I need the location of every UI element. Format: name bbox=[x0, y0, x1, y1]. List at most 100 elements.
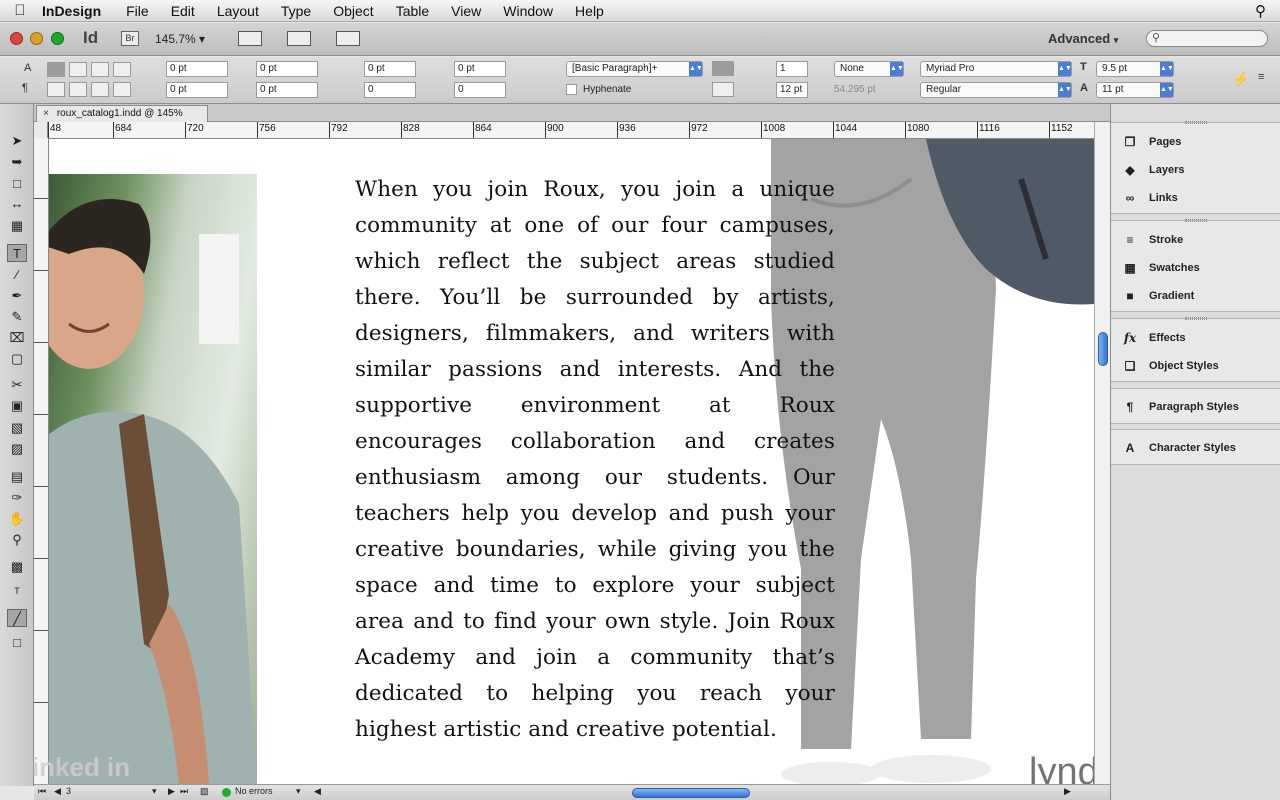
zoom-window-button[interactable] bbox=[51, 32, 64, 45]
apple-menu-icon[interactable]:  bbox=[0, 2, 40, 19]
panel-grip[interactable] bbox=[1185, 219, 1207, 222]
selection-tool-icon[interactable]: ➤ bbox=[7, 132, 27, 150]
panel-layers[interactable]: ◆ Layers bbox=[1121, 156, 1280, 184]
page-number-field[interactable]: 3 bbox=[66, 786, 156, 796]
type-tool-icon[interactable]: T bbox=[7, 244, 27, 262]
align-right-button[interactable] bbox=[91, 62, 109, 77]
panel-paragraph-styles[interactable]: ¶ Paragraph Styles bbox=[1121, 393, 1280, 421]
pen-tool-icon[interactable]: ✒ bbox=[7, 287, 27, 305]
panel-swatches[interactable]: ▦ Swatches bbox=[1121, 254, 1280, 282]
panel-pages[interactable]: ❐ Pages bbox=[1121, 128, 1280, 156]
quick-apply-icon[interactable]: ⚡ bbox=[1232, 71, 1249, 88]
spotlight-search-icon[interactable]: ⚲ bbox=[1255, 2, 1266, 20]
horizontal-scroll-thumb[interactable] bbox=[632, 788, 750, 798]
menu-type[interactable]: Type bbox=[270, 3, 322, 19]
gradient-swatch-tool-icon[interactable]: ▧ bbox=[7, 419, 27, 437]
view-options-icon[interactable] bbox=[238, 31, 262, 46]
open-page-icon[interactable]: ▧ bbox=[200, 786, 209, 797]
vertical-scroll-thumb[interactable] bbox=[1098, 332, 1108, 366]
justify-all-button[interactable] bbox=[91, 82, 109, 97]
preflight-status-text[interactable]: No errors bbox=[235, 786, 273, 796]
dropcap-lines-field[interactable]: 0 bbox=[364, 82, 416, 98]
align-center-button[interactable] bbox=[69, 62, 87, 77]
ruler-origin[interactable] bbox=[34, 122, 48, 139]
last-line-indent-field[interactable]: 0 pt bbox=[256, 82, 318, 98]
fill-stroke-swatch-icon[interactable]: ▩ bbox=[7, 558, 27, 576]
screen-mode-icon[interactable] bbox=[287, 31, 311, 46]
page-tool-icon[interactable]: □ bbox=[7, 175, 27, 193]
catalog-body-text[interactable]: When you join Roux, you join a unique co… bbox=[355, 172, 835, 748]
zoom-level-dropdown[interactable]: 145.7% ▾ bbox=[155, 32, 205, 46]
direct-selection-tool-icon[interactable]: ➥ bbox=[7, 153, 27, 171]
horizontal-ruler[interactable]: 48 684 720 756 792 828 864 900 936 972 1… bbox=[48, 122, 1094, 139]
student-photo-left[interactable] bbox=[49, 174, 257, 784]
apply-none-icon[interactable]: ╱ bbox=[7, 609, 27, 627]
menu-app-name[interactable]: InDesign bbox=[40, 3, 115, 19]
columns-field[interactable]: 1 bbox=[776, 61, 808, 77]
fill-dropdown[interactable]: None ▲▼ bbox=[834, 61, 904, 77]
panel-links[interactable]: ∞ Links bbox=[1121, 184, 1280, 212]
panel-menu-icon[interactable]: ≡ bbox=[1258, 71, 1264, 83]
leading-dropdown[interactable]: 11 pt ▲▼ bbox=[1096, 82, 1174, 98]
panel-object-styles[interactable]: ❏ Object Styles bbox=[1121, 352, 1280, 380]
align-spine-button[interactable] bbox=[113, 82, 131, 97]
first-line-indent-field[interactable]: 0 pt bbox=[166, 82, 228, 98]
document-tab[interactable]: × roux_catalog1.indd @ 145% bbox=[36, 105, 208, 122]
panel-effects[interactable]: fx Effects bbox=[1121, 324, 1280, 352]
formatting-affects-text-icon[interactable]: T bbox=[7, 582, 27, 600]
eyedropper-tool-icon[interactable]: ✑ bbox=[7, 489, 27, 507]
close-window-button[interactable] bbox=[10, 32, 23, 45]
character-formatting-icon[interactable]: A bbox=[24, 62, 31, 74]
next-page-icon[interactable]: ▶ bbox=[168, 786, 175, 797]
line-tool-icon[interactable]: ∕ bbox=[7, 266, 27, 284]
hand-tool-icon[interactable]: ✋ bbox=[7, 510, 27, 528]
space-after-field[interactable]: 0 pt bbox=[454, 61, 506, 77]
align-left-button[interactable] bbox=[47, 62, 65, 77]
menu-help[interactable]: Help bbox=[564, 3, 615, 19]
bridge-button[interactable]: Br bbox=[121, 31, 139, 46]
menu-table[interactable]: Table bbox=[385, 3, 440, 19]
font-size-dropdown[interactable]: 9.5 pt ▲▼ bbox=[1096, 61, 1174, 77]
panel-gradient[interactable]: ■ Gradient bbox=[1121, 282, 1280, 310]
paragraph-style-dropdown[interactable]: [Basic Paragraph]+ ▲▼ bbox=[566, 61, 703, 77]
justify-center-button[interactable] bbox=[47, 82, 65, 97]
panel-grip[interactable] bbox=[1185, 121, 1207, 124]
screen-mode-normal-icon[interactable]: □ bbox=[7, 634, 27, 652]
vertical-ruler[interactable] bbox=[34, 138, 49, 784]
right-indent-field[interactable]: 0 pt bbox=[256, 61, 318, 77]
menu-object[interactable]: Object bbox=[322, 3, 384, 19]
scroll-left-icon[interactable]: ◀ bbox=[314, 786, 321, 797]
arrange-documents-icon[interactable] bbox=[336, 31, 360, 46]
paragraph-formatting-icon[interactable]: ¶ bbox=[22, 82, 28, 94]
gutter-field[interactable]: 12 pt bbox=[776, 82, 808, 98]
rectangle-frame-tool-icon[interactable]: ⌧ bbox=[7, 329, 27, 347]
vertical-scrollbar[interactable] bbox=[1094, 122, 1110, 784]
panel-grip[interactable] bbox=[1185, 317, 1207, 320]
menu-file[interactable]: File bbox=[115, 3, 160, 19]
help-search-input[interactable]: ⚲ bbox=[1146, 30, 1268, 47]
gradient-feather-tool-icon[interactable]: ▨ bbox=[7, 440, 27, 458]
balance-columns-button[interactable] bbox=[712, 82, 734, 97]
previous-page-icon[interactable]: ◀ bbox=[54, 786, 61, 797]
hyphenate-checkbox[interactable] bbox=[566, 84, 577, 95]
space-before-field[interactable]: 0 pt bbox=[364, 61, 416, 77]
menu-window[interactable]: Window bbox=[492, 3, 564, 19]
panel-character-styles[interactable]: A Character Styles bbox=[1121, 434, 1280, 462]
scissors-tool-icon[interactable]: ✂ bbox=[7, 376, 27, 394]
scroll-right-icon[interactable]: ▶ bbox=[1064, 786, 1071, 797]
menu-view[interactable]: View bbox=[440, 3, 492, 19]
align-to-grid-button[interactable] bbox=[712, 61, 734, 76]
dropcap-chars-field[interactable]: 0 bbox=[454, 82, 506, 98]
rectangle-tool-icon[interactable]: ▢ bbox=[7, 350, 27, 368]
last-page-icon[interactable]: ⏭ bbox=[180, 786, 188, 797]
first-page-icon[interactable]: ⏮ bbox=[38, 786, 46, 797]
pencil-tool-icon[interactable]: ✎ bbox=[7, 308, 27, 326]
minimize-window-button[interactable] bbox=[30, 32, 43, 45]
page-dropdown-icon[interactable]: ▾ bbox=[152, 786, 157, 797]
note-tool-icon[interactable]: ▤ bbox=[7, 468, 27, 486]
document-canvas[interactable]: When you join Roux, you join a unique co… bbox=[49, 139, 1094, 784]
left-indent-field[interactable]: 0 pt bbox=[166, 61, 228, 77]
menu-layout[interactable]: Layout bbox=[206, 3, 270, 19]
zoom-tool-icon[interactable]: ⚲ bbox=[7, 531, 27, 549]
menu-edit[interactable]: Edit bbox=[160, 3, 206, 19]
